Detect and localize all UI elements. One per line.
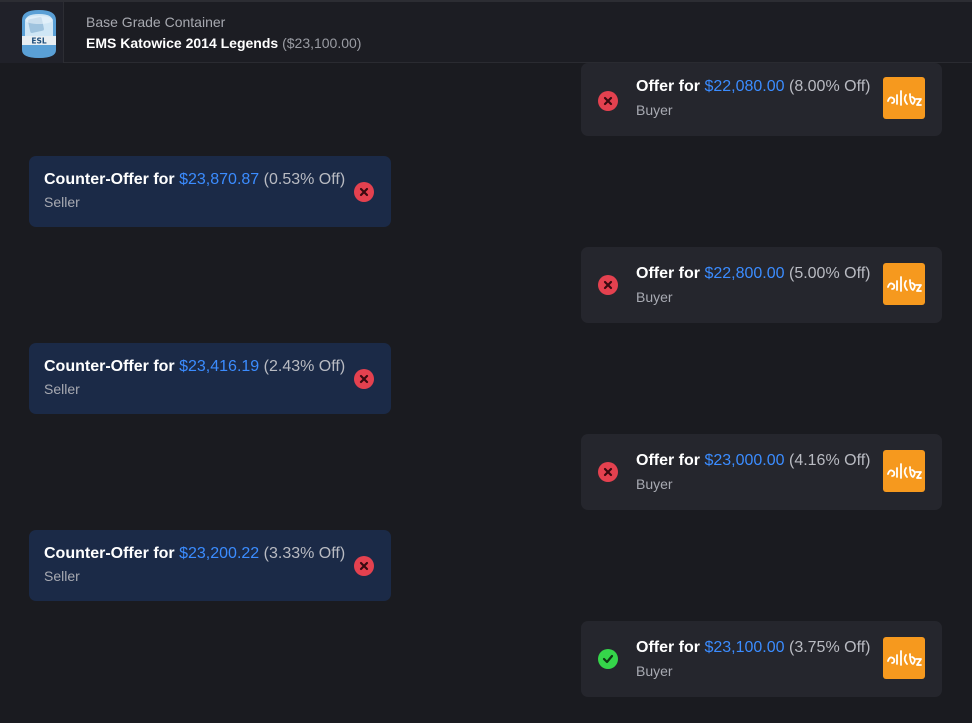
x-circle-icon: [354, 182, 374, 202]
offer-amount: $22,080.00: [704, 78, 785, 95]
offer-amount: $22,800.00: [704, 265, 785, 282]
user-avatar-icon[interactable]: [883, 263, 925, 305]
x-circle-icon: [598, 91, 618, 111]
offer-line: Counter-Offer for $23,416.19 (2.43% Off): [44, 357, 345, 377]
offer-discount: (0.53% Off): [263, 171, 346, 188]
x-circle-icon: [354, 369, 374, 389]
offer-role: Seller: [44, 381, 80, 397]
offer-line: Counter-Offer for $23,200.22 (3.33% Off): [44, 544, 345, 564]
offer-line: Counter-Offer for $23,870.87 (0.53% Off): [44, 170, 345, 190]
x-circle-icon: [598, 462, 618, 482]
offer-discount: (3.75% Off): [788, 639, 871, 656]
offer-role: Seller: [44, 194, 80, 210]
user-avatar-icon[interactable]: [883, 450, 925, 492]
buyer-offer-card: Offer for $22,800.00 (5.00% Off) Buyer: [581, 247, 942, 323]
offer-label: Offer for: [636, 452, 700, 469]
user-avatar-icon[interactable]: [883, 77, 925, 119]
offer-discount: (8.00% Off): [788, 78, 871, 95]
offer-line: Offer for $23,100.00 (3.75% Off): [636, 638, 871, 658]
buyer-offer-card: Offer for $23,100.00 (3.75% Off) Buyer: [581, 621, 942, 697]
offer-amount: $23,870.87: [179, 171, 260, 188]
svg-text:ESL: ESL: [31, 37, 47, 46]
buyer-offer-card: Offer for $23,000.00 (4.16% Off) Buyer: [581, 434, 942, 510]
offer-label: Counter-Offer for: [44, 545, 175, 562]
offer-role: Buyer: [636, 289, 673, 305]
x-circle-icon: [598, 275, 618, 295]
offer-role: Buyer: [636, 476, 673, 492]
offer-label: Offer for: [636, 265, 700, 282]
item-price: ($23,100.00): [282, 35, 362, 51]
offer-label: Offer for: [636, 639, 700, 656]
user-avatar-icon[interactable]: [883, 637, 925, 679]
check-circle-icon: [598, 649, 618, 669]
offer-discount: (2.43% Off): [263, 358, 346, 375]
seller-counter-offer-card: Counter-Offer for $23,200.22 (3.33% Off)…: [29, 530, 391, 601]
item-name: EMS Katowice 2014 Legends ($23,100.00): [86, 34, 361, 52]
offer-line: Offer for $22,080.00 (8.00% Off): [636, 77, 871, 97]
offer-role: Buyer: [636, 102, 673, 118]
offer-discount: (3.33% Off): [263, 545, 346, 562]
offer-amount: $23,200.22: [179, 545, 260, 562]
offer-amount: $23,000.00: [704, 452, 785, 469]
x-circle-icon: [354, 556, 374, 576]
offer-amount: $23,100.00: [704, 639, 785, 656]
offer-label: Counter-Offer for: [44, 171, 175, 188]
seller-counter-offer-card: Counter-Offer for $23,416.19 (2.43% Off)…: [29, 343, 391, 414]
offer-role: Seller: [44, 568, 80, 584]
item-header: ESL Base Grade Container EMS Katowice 20…: [0, 0, 972, 63]
buyer-offer-card: Offer for $22,080.00 (8.00% Off) Buyer: [581, 63, 942, 136]
offer-amount: $23,416.19: [179, 358, 260, 375]
offer-line: Offer for $22,800.00 (5.00% Off): [636, 264, 871, 284]
offer-line: Offer for $23,000.00 (4.16% Off): [636, 451, 871, 471]
header-title: Base Grade Container: [86, 14, 226, 30]
offer-discount: (5.00% Off): [788, 265, 871, 282]
offer-label: Offer for: [636, 78, 700, 95]
seller-counter-offer-card: Counter-Offer for $23,870.87 (0.53% Off)…: [29, 156, 391, 227]
offer-role: Buyer: [636, 663, 673, 679]
esl-capsule-icon: ESL: [0, 2, 64, 63]
item-name-text: EMS Katowice 2014 Legends: [86, 35, 279, 51]
offer-label: Counter-Offer for: [44, 358, 175, 375]
offer-discount: (4.16% Off): [788, 452, 871, 469]
